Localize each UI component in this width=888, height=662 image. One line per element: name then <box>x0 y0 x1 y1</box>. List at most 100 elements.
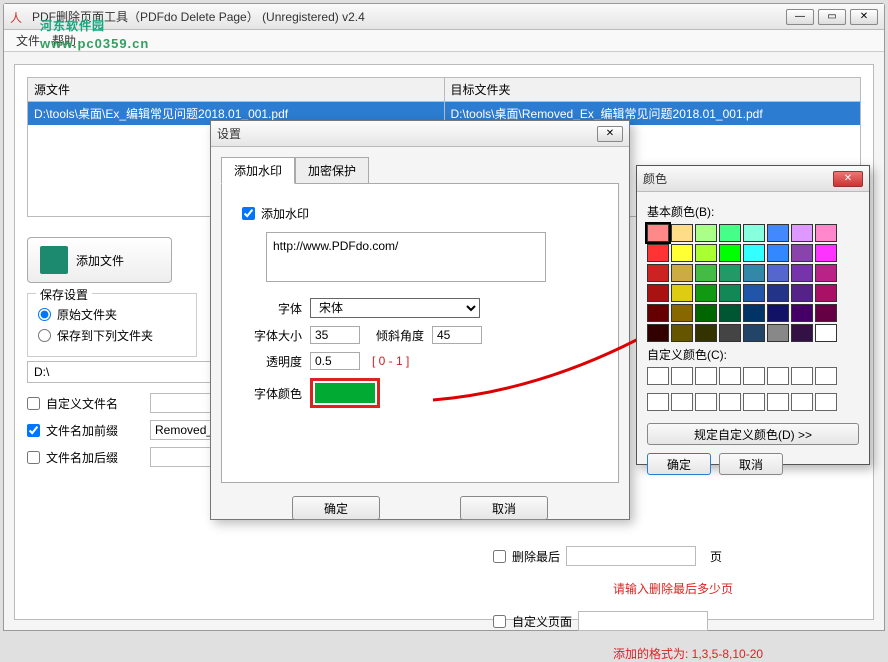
chk-suffix[interactable] <box>27 451 40 464</box>
color-swatch[interactable] <box>647 224 669 242</box>
color-swatch[interactable] <box>719 304 741 322</box>
color-swatch[interactable] <box>671 224 693 242</box>
color-swatch[interactable] <box>695 284 717 302</box>
color-swatch[interactable] <box>671 304 693 322</box>
color-swatch[interactable] <box>767 304 789 322</box>
custom-swatch[interactable] <box>647 367 669 385</box>
delete-last-input[interactable] <box>566 546 696 566</box>
angle-input[interactable] <box>432 326 482 344</box>
color-swatch[interactable] <box>743 324 765 342</box>
custom-swatch[interactable] <box>695 367 717 385</box>
color-swatch[interactable] <box>743 284 765 302</box>
color-swatch[interactable] <box>719 284 741 302</box>
color-swatch[interactable] <box>791 224 813 242</box>
add-file-button[interactable]: 添加文件 <box>27 237 172 283</box>
color-swatch[interactable] <box>671 284 693 302</box>
custom-swatch[interactable] <box>719 367 741 385</box>
font-color-swatch[interactable] <box>310 378 380 408</box>
radio-original-folder[interactable] <box>38 308 51 321</box>
color-swatch[interactable] <box>743 264 765 282</box>
color-swatch[interactable] <box>647 244 669 262</box>
settings-cancel-button[interactable]: 取消 <box>460 496 548 520</box>
custom-swatch[interactable] <box>695 393 717 411</box>
custom-swatch[interactable] <box>719 393 741 411</box>
color-ok-button[interactable]: 确定 <box>647 453 711 475</box>
chk-custom-name[interactable] <box>27 397 40 410</box>
color-swatch[interactable] <box>743 304 765 322</box>
close-button[interactable]: ✕ <box>850 9 878 25</box>
color-swatch[interactable] <box>647 264 669 282</box>
col-source-header[interactable]: 源文件 <box>28 78 444 102</box>
color-swatch[interactable] <box>791 324 813 342</box>
chk-prefix[interactable] <box>27 424 40 437</box>
custom-swatch[interactable] <box>743 393 765 411</box>
menu-file[interactable]: 文件 <box>16 32 40 49</box>
color-swatch[interactable] <box>743 224 765 242</box>
color-swatch[interactable] <box>767 264 789 282</box>
maximize-button[interactable]: ▭ <box>818 9 846 25</box>
color-swatch[interactable] <box>791 304 813 322</box>
color-swatch[interactable] <box>743 244 765 262</box>
color-swatch[interactable] <box>647 324 669 342</box>
color-swatch[interactable] <box>671 324 693 342</box>
color-swatch[interactable] <box>647 304 669 322</box>
chk-add-watermark[interactable] <box>242 207 255 220</box>
menu-help[interactable]: 帮助 <box>52 32 76 49</box>
color-swatch[interactable] <box>647 284 669 302</box>
font-size-input[interactable] <box>310 326 360 344</box>
color-swatch[interactable] <box>815 244 837 262</box>
define-custom-color-button[interactable]: 规定自定义颜色(D) >> <box>647 423 859 445</box>
color-swatch[interactable] <box>695 224 717 242</box>
color-swatch[interactable] <box>791 244 813 262</box>
color-swatch[interactable] <box>719 324 741 342</box>
custom-swatch[interactable] <box>743 367 765 385</box>
color-swatch[interactable] <box>815 304 837 322</box>
color-swatch[interactable] <box>671 264 693 282</box>
minimize-button[interactable]: — <box>786 9 814 25</box>
custom-swatch[interactable] <box>647 393 669 411</box>
save-settings-group: 保存设置 原始文件夹 保存到下列文件夹 <box>27 293 197 357</box>
color-cancel-button[interactable]: 取消 <box>719 453 783 475</box>
color-swatch[interactable] <box>767 244 789 262</box>
custom-swatch[interactable] <box>767 393 789 411</box>
custom-swatch[interactable] <box>791 367 813 385</box>
color-swatch[interactable] <box>815 224 837 242</box>
font-select[interactable]: 宋体 <box>310 298 480 318</box>
tab-watermark[interactable]: 添加水印 <box>221 157 295 184</box>
color-swatch[interactable] <box>767 284 789 302</box>
color-swatch[interactable] <box>719 244 741 262</box>
custom-swatch[interactable] <box>791 393 813 411</box>
chk-custom-pages[interactable] <box>493 615 506 628</box>
color-swatch[interactable] <box>695 264 717 282</box>
color-close-button[interactable]: ✕ <box>833 171 863 187</box>
color-swatch[interactable] <box>791 264 813 282</box>
color-swatch[interactable] <box>767 324 789 342</box>
color-swatch[interactable] <box>719 224 741 242</box>
custom-swatch[interactable] <box>815 393 837 411</box>
chk-delete-last[interactable] <box>493 550 506 563</box>
label-suffix: 文件名加后缀 <box>46 449 118 466</box>
radio-target-folder[interactable] <box>38 329 51 342</box>
col-target-header[interactable]: 目标文件夹 <box>445 78 861 102</box>
custom-swatch[interactable] <box>815 367 837 385</box>
color-swatch[interactable] <box>791 284 813 302</box>
color-swatch[interactable] <box>815 284 837 302</box>
color-swatch[interactable] <box>767 224 789 242</box>
custom-swatches-row2 <box>647 393 859 411</box>
custom-swatch[interactable] <box>671 367 693 385</box>
color-swatch[interactable] <box>695 244 717 262</box>
color-swatch[interactable] <box>815 324 837 342</box>
color-swatch[interactable] <box>695 324 717 342</box>
custom-pages-input[interactable] <box>578 611 708 631</box>
settings-ok-button[interactable]: 确定 <box>292 496 380 520</box>
tab-encrypt[interactable]: 加密保护 <box>295 157 369 184</box>
custom-swatch[interactable] <box>767 367 789 385</box>
color-swatch[interactable] <box>695 304 717 322</box>
watermark-text-input[interactable]: http://www.PDFdo.com/ <box>266 232 546 282</box>
opacity-input[interactable] <box>310 352 360 370</box>
color-swatch[interactable] <box>719 264 741 282</box>
color-swatch[interactable] <box>815 264 837 282</box>
color-swatch[interactable] <box>671 244 693 262</box>
custom-swatch[interactable] <box>671 393 693 411</box>
settings-close-button[interactable]: ✕ <box>597 126 623 142</box>
